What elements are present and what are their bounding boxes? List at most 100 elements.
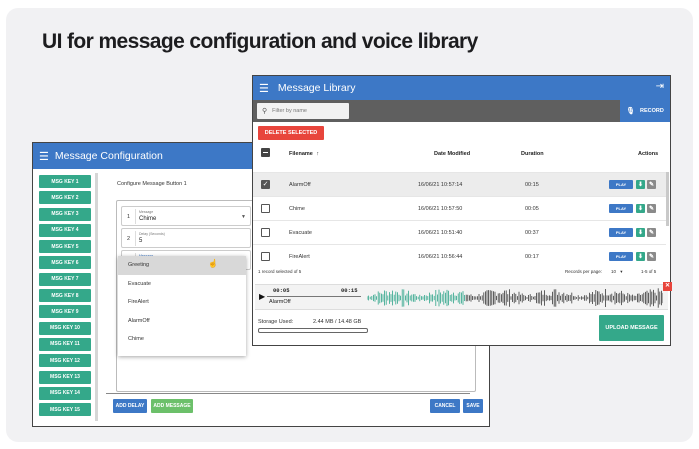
add-delay-button[interactable]: ADD DELAY — [113, 399, 147, 413]
download-icon[interactable]: ⬇ — [636, 204, 645, 213]
row-checkbox[interactable] — [261, 252, 270, 261]
row-checkbox[interactable] — [261, 228, 270, 237]
row-date: 16/06/21 10:57:50 — [418, 206, 463, 212]
message-library-window: ☰ Message Library ⇥ ⚲ Filter by name 🎙 R… — [252, 75, 672, 346]
page-title: UI for message configuration and voice l… — [42, 30, 478, 53]
record-button[interactable]: 🎙 RECORD — [620, 100, 670, 122]
msg-key-button[interactable]: MSG KEY 13 — [39, 370, 91, 384]
row-divider — [135, 209, 136, 224]
column-header-filename[interactable]: Filename ↑ — [289, 151, 319, 157]
download-icon[interactable]: ⬇ — [636, 180, 645, 189]
row-value: Chime — [139, 216, 157, 222]
edit-icon[interactable]: ✎ — [647, 180, 656, 189]
records-per-page-value: 10 — [611, 269, 617, 274]
panel-divider — [106, 393, 470, 394]
table-row[interactable]: Chime 16/06/21 10:57:50 00:05 PLAY ⬇ ✎ — [253, 196, 666, 220]
msg-key-button[interactable]: MSG KEY 15 — [39, 403, 91, 417]
search-input[interactable]: ⚲ Filter by name — [257, 103, 349, 119]
delete-selected-button[interactable]: DELETE SELECTED — [258, 126, 324, 140]
dropdown-option[interactable]: Evacuate — [118, 275, 246, 294]
current-time: 00:05 — [273, 287, 290, 294]
msg-key-button[interactable]: MSG KEY 3 — [39, 207, 91, 221]
row-duration: 00:15 — [525, 182, 539, 188]
sequence-row-2[interactable]: 2 Delay (Seconds) 5 — [121, 228, 251, 248]
msg-key-button[interactable]: MSG KEY 6 — [39, 256, 91, 270]
msg-key-button[interactable]: MSG KEY 10 — [39, 321, 91, 335]
column-header-actions: Actions — [638, 151, 659, 157]
cancel-button[interactable]: CANCEL — [430, 399, 460, 413]
dropdown-option[interactable]: Chime — [118, 330, 246, 349]
msg-key-button[interactable]: MSG KEY 2 — [39, 191, 91, 205]
play-button[interactable]: PLAY — [609, 204, 633, 213]
menu-icon[interactable]: ☰ — [39, 150, 49, 163]
sort-arrow-icon: ↑ — [316, 151, 320, 157]
download-icon[interactable]: ⬇ — [636, 228, 645, 237]
dropdown-caret-icon[interactable]: ▼ — [241, 214, 246, 220]
column-header-duration[interactable]: Duration — [521, 151, 544, 157]
table-row[interactable]: Evacuate 16/06/21 10:51:40 00:37 PLAY ⬇ ✎ — [253, 220, 666, 244]
row-checkbox[interactable] — [261, 204, 270, 213]
add-message-button[interactable]: ADD MESSAGE — [151, 399, 193, 413]
row-date: 16/06/21 10:56:44 — [418, 254, 463, 260]
row-duration: 00:05 — [525, 206, 539, 212]
pagination-range: 1-5 of 5 — [641, 269, 657, 274]
filename-header-label: Filename — [289, 151, 313, 157]
menu-icon[interactable]: ☰ — [259, 82, 269, 95]
table-row[interactable]: FireAlert 16/06/21 10:56:44 00:17 PLAY ⬇ ✎ — [253, 244, 666, 268]
logout-icon[interactable]: ⇥ — [656, 81, 664, 92]
table-scrollbar[interactable] — [666, 172, 669, 226]
download-icon[interactable]: ⬇ — [636, 252, 645, 261]
upload-message-button[interactable]: UPLOAD MESSAGE — [599, 315, 664, 341]
msg-key-button[interactable]: MSG KEY 4 — [39, 223, 91, 237]
row-label: Delay (Seconds) — [139, 232, 165, 236]
dropdown-option[interactable]: Greeting — [118, 256, 246, 275]
close-player-icon[interactable]: ✕ — [663, 282, 672, 291]
msg-key-button[interactable]: MSG KEY 12 — [39, 354, 91, 368]
msg-key-button[interactable]: MSG KEY 8 — [39, 289, 91, 303]
message-key-list: MSG KEY 1 MSG KEY 2 MSG KEY 3 MSG KEY 4 MSG … — [39, 175, 91, 419]
row-checkbox[interactable]: ✓ — [261, 180, 270, 189]
row-label: Message — [139, 210, 154, 214]
table-row[interactable]: ✓ AlarmOff 16/06/21 10:57:14 00:15 PLAY ⬇ ✎ — [253, 172, 666, 196]
msg-key-button[interactable]: MSG KEY 5 — [39, 240, 91, 254]
time-separator-line — [267, 296, 361, 297]
edit-icon[interactable]: ✎ — [647, 204, 656, 213]
storage-usage-bar — [258, 328, 368, 333]
play-button[interactable]: PLAY — [609, 228, 633, 237]
select-all-checkbox[interactable] — [261, 148, 270, 157]
search-icon: ⚲ — [262, 108, 268, 115]
total-time: 00:15 — [341, 287, 358, 294]
sequence-row-1[interactable]: 1 Message Chime ▼ — [121, 206, 251, 226]
msg-key-button[interactable]: MSG KEY 11 — [39, 337, 91, 351]
library-window-title: Message Library — [277, 82, 356, 94]
row-divider — [135, 231, 136, 246]
row-filename: FireAlert — [289, 254, 310, 260]
msg-key-button[interactable]: MSG KEY 1 — [39, 175, 91, 188]
msg-key-button[interactable]: MSG KEY 9 — [39, 305, 91, 319]
edit-icon[interactable]: ✎ — [647, 252, 656, 261]
row-duration: 00:17 — [525, 254, 539, 260]
waveform[interactable] — [367, 287, 663, 309]
row-filename: Evacuate — [289, 230, 312, 236]
save-button[interactable]: SAVE — [463, 399, 483, 413]
search-placeholder: Filter by name — [272, 108, 307, 114]
key-list-scrollbar[interactable] — [95, 173, 98, 421]
play-button[interactable]: PLAY — [609, 252, 633, 261]
record-label: RECORD — [640, 108, 664, 114]
play-icon[interactable]: ▶ — [259, 292, 265, 301]
row-value: 5 — [139, 238, 143, 244]
row-number: 1 — [127, 214, 131, 220]
records-per-page-select[interactable]: 10 ▾ — [611, 269, 623, 275]
msg-key-button[interactable]: MSG KEY 7 — [39, 272, 91, 286]
play-button[interactable]: PLAY — [609, 180, 633, 189]
row-number: 2 — [127, 236, 131, 242]
dropdown-option[interactable]: FireAlert — [118, 293, 246, 312]
msg-key-button[interactable]: MSG KEY 14 — [39, 386, 91, 400]
edit-icon[interactable]: ✎ — [647, 228, 656, 237]
library-header-bar: ☰ Message Library ⇥ — [253, 76, 670, 100]
selection-count: 1 record selected of 5 — [258, 269, 302, 274]
library-toolbar: ⚲ Filter by name 🎙 RECORD — [253, 100, 670, 122]
column-header-date[interactable]: Date Modified — [434, 151, 470, 157]
dropdown-option[interactable]: AlarmOff — [118, 312, 246, 331]
row-filename: Chime — [289, 206, 305, 212]
